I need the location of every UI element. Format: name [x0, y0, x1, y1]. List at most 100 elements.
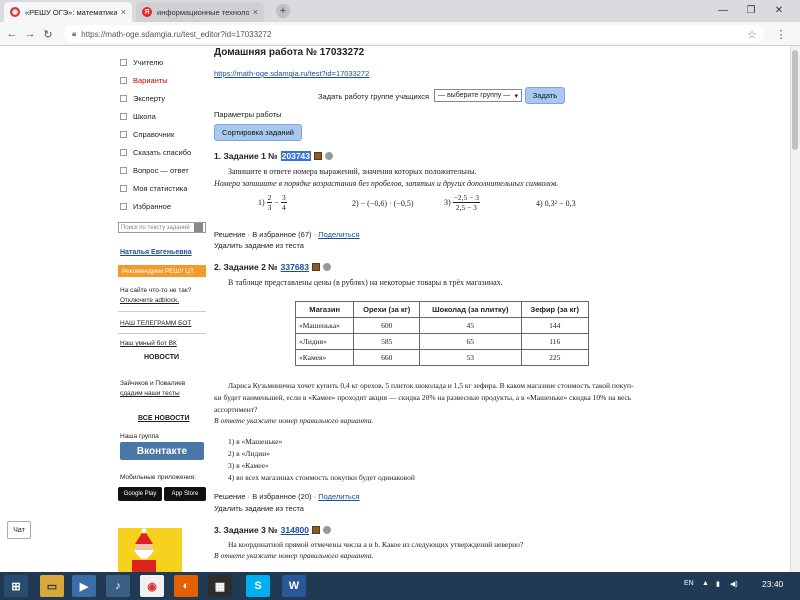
task2-solution-link[interactable]: Решение · В избранное (20) · [214, 492, 316, 501]
adblock-notice: На сайте что-то не так? [120, 287, 192, 294]
word-icon[interactable]: W [282, 575, 306, 597]
browser-menu-icon[interactable]: ⋮ [774, 26, 788, 42]
task1-number-link[interactable]: 203743 [280, 151, 312, 161]
checkbox-icon [120, 112, 127, 120]
news-link[interactable]: сдадим наши тесты [120, 390, 180, 397]
sidebar-item-reference[interactable]: Справочник [120, 128, 174, 140]
sidebar-item-teacher[interactable]: Учителю [120, 56, 163, 68]
task3-number-link[interactable]: 314800 [281, 525, 309, 535]
task2-number-link[interactable]: 337683 [281, 262, 309, 272]
sidebar-item-school[interactable]: Школа [120, 110, 156, 122]
chrome-icon[interactable]: ◉ [140, 575, 164, 597]
fraction: 34 [280, 193, 287, 212]
lock-icon: 🔒︎ [72, 29, 77, 38]
app-icon[interactable]: ▦ [208, 575, 232, 597]
operator: − [274, 198, 279, 207]
task1-option-4: 4) 0,3² − 0,3 [536, 199, 576, 208]
task2-answer-note: В ответе укажите номер правильного вариа… [214, 416, 374, 425]
media-player-icon[interactable]: ▶ [72, 575, 96, 597]
table-cell: «Лидия» [294, 333, 355, 350]
sidebar-item-label: Сказать спасибо [133, 147, 192, 157]
skype-icon[interactable]: S [246, 575, 270, 597]
task1-option-3: 3) −2,5 − 3 2,5 − 3 [444, 193, 482, 212]
app-store-label: App Store [171, 491, 199, 497]
table-cell: 585 [353, 333, 421, 350]
url-field[interactable]: 🔒︎ https://math-oge.sdamgia.ru/test_edit… [64, 25, 764, 43]
table-cell: 65 [419, 333, 522, 350]
sidebar-item-expert[interactable]: Эксперту [120, 92, 165, 104]
start-windows-icon[interactable]: ⊞ [4, 575, 28, 597]
tab-yandex[interactable]: Я информационные технологии на у × [136, 2, 264, 22]
table-header: Орехи (за кг) [353, 301, 421, 318]
option-label: 1) [258, 198, 265, 207]
chevron-down-icon: ▾ [514, 92, 518, 100]
sidebar-item-favorites[interactable]: Избранное [120, 200, 171, 212]
book-icon[interactable] [314, 152, 323, 160]
vk-bot-link[interactable]: Наш умный бот ВК [120, 340, 177, 347]
google-play-label: Google Play [123, 491, 157, 497]
reload-icon[interactable]: ↻ [40, 26, 56, 42]
user-name-link[interactable]: Наталья Евгеньевна [120, 249, 192, 256]
sort-tasks-button[interactable]: Сортировка заданий [214, 124, 302, 141]
task2-problem-line2: ки будет наименьшей, если в «Камее» прох… [214, 393, 632, 402]
book-icon[interactable] [312, 526, 321, 534]
bookmark-star-icon[interactable]: ☆ [744, 26, 760, 42]
new-tab-button[interactable]: + [276, 4, 290, 18]
scrollbar-thumb[interactable] [792, 50, 798, 150]
task1-solution-link[interactable]: Решение · В избранное (67) · [214, 230, 316, 239]
table-cell: «Камея» [294, 349, 355, 366]
santa-icon [132, 528, 156, 572]
minimize-icon[interactable]: — [712, 2, 734, 18]
telegram-bot-link[interactable]: НАШ ТЕЛЕГРАММ БОТ [120, 320, 191, 327]
all-news-link[interactable]: ВСЕ НОВОСТИ [138, 415, 189, 422]
sidebar-item-faq[interactable]: Вопрос — ответ [120, 164, 189, 176]
close-tab-icon[interactable]: × [121, 7, 126, 17]
sidebar-item-variants[interactable]: Варианты [120, 74, 168, 86]
maximize-icon[interactable]: ❐ [740, 2, 762, 18]
adblock-link[interactable]: Отключите adblock. [120, 297, 179, 304]
task2-option: 3) в «Камее» [228, 461, 269, 470]
checkbox-icon [120, 94, 127, 102]
test-link[interactable]: https://math-oge.sdamgia.ru/test?id=1703… [214, 69, 369, 78]
forward-arrow-icon[interactable]: → [22, 26, 38, 42]
task2-delete-link[interactable]: Удалить задание из теста [214, 504, 304, 513]
book-icon[interactable] [312, 263, 321, 271]
params-link[interactable]: Параметры работы [214, 110, 282, 119]
checkbox-icon [120, 184, 127, 192]
promo-banner[interactable]: Рекомендуем РЕШУ ЦТ [118, 265, 206, 277]
close-tab-icon[interactable]: × [253, 7, 258, 17]
tab-reshu[interactable]: ◉ «РЕШУ ОГЭ»: математика. ОГЭ — × [4, 2, 132, 22]
tab-title: информационные технологии на у [157, 7, 249, 17]
tray-up-arrow-icon[interactable]: ▲ [702, 580, 709, 587]
table-row: «Камея» 660 53 225 [294, 349, 589, 366]
task2-title: 2. Задание 2 № [214, 262, 278, 272]
table-cell: 600 [353, 317, 421, 334]
sidebar-item-thanks[interactable]: Сказать спасибо [120, 146, 191, 158]
search-go-icon[interactable] [194, 223, 203, 232]
file-explorer-icon[interactable]: ▭ [40, 575, 64, 597]
sidebar-search-input[interactable]: Поиск по тексту заданий [118, 222, 206, 233]
table-cell: 144 [520, 317, 589, 334]
sidebar-item-stats[interactable]: Моя статистика [120, 182, 187, 194]
table-header: Зефир (за кг) [520, 301, 589, 318]
speaker-app-icon[interactable]: ♪ [106, 575, 130, 597]
network-icon[interactable]: ▮ [716, 580, 720, 588]
status-dot-icon [323, 263, 332, 271]
back-arrow-icon[interactable]: ← [4, 26, 20, 42]
app-store-button[interactable]: App Store [164, 487, 206, 501]
volume-icon[interactable]: ◀) [730, 580, 738, 588]
task1-share-link[interactable]: Поделиться [318, 230, 359, 239]
vk-group-button[interactable]: Вконтакте [120, 442, 204, 460]
close-window-icon[interactable]: ✕ [768, 2, 790, 18]
chat-button[interactable]: Чат [7, 521, 31, 539]
task3-text: На координатной прямой отмечены числа a … [228, 540, 524, 549]
address-bar: ← → ↻ 🔒︎ https://math-oge.sdamgia.ru/tes… [0, 22, 800, 46]
assign-button[interactable]: Задать [525, 87, 565, 104]
language-indicator[interactable]: EN [684, 580, 694, 587]
google-play-button[interactable]: Google Play [118, 487, 162, 501]
santa-banner-image[interactable] [118, 528, 182, 572]
firefox-icon[interactable]: ◐ [174, 575, 198, 597]
task1-delete-link[interactable]: Удалить задание из теста [214, 241, 304, 250]
group-select[interactable]: — выберите группу — ▾ [434, 89, 522, 102]
task2-share-link[interactable]: Поделиться [318, 492, 359, 501]
